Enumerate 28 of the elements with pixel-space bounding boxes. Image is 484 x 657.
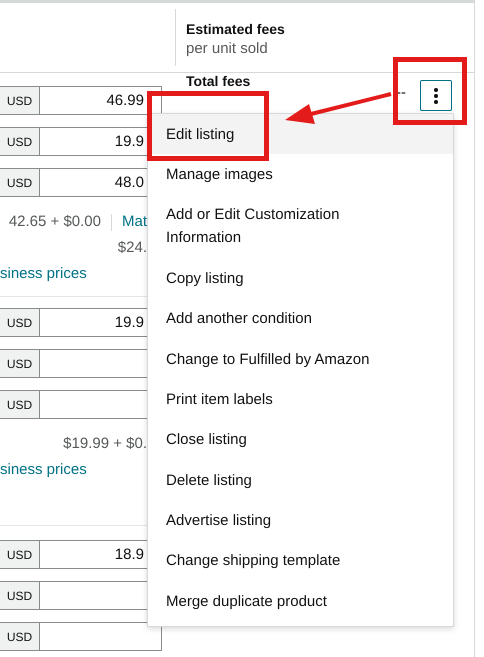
- currency-label: USD: [0, 86, 40, 115]
- price-input[interactable]: [40, 622, 162, 651]
- currency-label: USD: [0, 168, 40, 197]
- currency-label: USD: [0, 540, 40, 569]
- currency-label: USD: [0, 581, 40, 610]
- currency-label: USD: [0, 622, 40, 651]
- menu-item[interactable]: Change to Fulfilled by Amazon: [148, 338, 453, 380]
- menu-item[interactable]: Print item labels: [148, 379, 453, 420]
- more-options-button[interactable]: [420, 80, 452, 111]
- currency-label: USD: [0, 349, 40, 378]
- price-summary: $19.99 + $0.: [63, 434, 147, 454]
- price-summary: 42.65 + $0.00: [8, 212, 101, 232]
- total-fees-label: Total fees: [186, 74, 250, 89]
- currency-label: USD: [0, 127, 40, 156]
- menu-item[interactable]: Merge duplicate product: [148, 581, 453, 622]
- column-subtitle: per unit sold: [186, 39, 269, 59]
- menu-item[interactable]: Advertise listing: [148, 500, 453, 541]
- currency-label: USD: [0, 390, 40, 419]
- column-title: Estimated fees: [186, 20, 286, 39]
- vertical-dots-icon: [434, 88, 438, 104]
- match-link[interactable]: Mat: [122, 209, 147, 235]
- menu-item[interactable]: Add or Edit Customization Information: [148, 194, 453, 258]
- price-input[interactable]: 46.99: [40, 86, 162, 115]
- menu-item[interactable]: Delete listing: [148, 460, 453, 500]
- currency-label: USD: [0, 308, 40, 337]
- menu-item[interactable]: Copy listing: [148, 258, 453, 298]
- menu-item[interactable]: Close listing: [148, 420, 453, 460]
- price-value: $24.: [118, 238, 147, 258]
